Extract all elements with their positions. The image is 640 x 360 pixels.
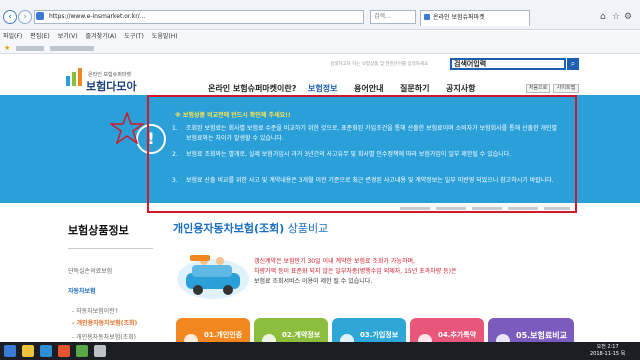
favorites-bar: ★ bbox=[0, 42, 640, 54]
clock-time: 오전 2:17 bbox=[596, 344, 619, 350]
browser-search-input[interactable]: 검색... bbox=[370, 10, 416, 24]
search-hint: 검색하고자 하는 보험상품 및 연관단어를 입력하세요 bbox=[330, 62, 429, 67]
taskbar-clock[interactable]: 오전 2:17 2018-11-15 목 bbox=[590, 344, 625, 358]
address-bar[interactable]: https://www.e-insmarket.or.kr/... bbox=[34, 10, 364, 24]
red-star-annotation-icon bbox=[110, 112, 144, 144]
settings-gear-icon[interactable]: ⚙ bbox=[624, 12, 632, 22]
forward-icon[interactable]: › bbox=[18, 10, 32, 24]
app-icon[interactable] bbox=[76, 345, 88, 357]
menu-view[interactable]: 보기(V) bbox=[58, 33, 78, 40]
family-car-illustration bbox=[177, 255, 249, 299]
sitemap-button[interactable]: 사이트맵 bbox=[553, 84, 579, 93]
sidebar-item-auto[interactable]: 자동차보험 bbox=[68, 286, 96, 295]
clock-date: 2018-11-15 목 bbox=[590, 351, 626, 357]
sidebar-subitem-lookup[interactable]: - 개인용자동차보험(조회) bbox=[72, 318, 137, 327]
sidebar-divider bbox=[68, 248, 153, 249]
page-title-rest: 상품비교 bbox=[284, 222, 329, 235]
tab-title: 온라인 보험슈퍼마켓 bbox=[433, 14, 485, 21]
note-line: 갱신계약은 보험만기 30일 이내 계약한 보험료 조회가 가능하며, bbox=[254, 258, 415, 265]
page-title-strong: 개인용자동차보험(조회) bbox=[173, 222, 285, 235]
app-icon[interactable] bbox=[94, 345, 106, 357]
sidebar-subitem-lookup-2[interactable]: - 개인용자동차보험(조회) bbox=[72, 332, 136, 341]
explorer-icon[interactable] bbox=[22, 345, 34, 357]
back-icon[interactable]: ‹ bbox=[3, 10, 17, 24]
step-label: 04.추가특약 bbox=[438, 331, 477, 339]
favorites-icon[interactable]: ★ bbox=[4, 44, 10, 52]
sidebar-title: 보험상품정보 bbox=[68, 224, 129, 237]
menu-favorites[interactable]: 즐겨찾기(A) bbox=[86, 33, 117, 40]
nav-insurance-info[interactable]: 보험정보 bbox=[308, 83, 337, 94]
note-line: 차량가액 등이 표준화 되지 않은 일부차종(병행수입 외제차, 15년 초과차… bbox=[254, 268, 457, 275]
step-label: 01.개인인증 bbox=[204, 331, 243, 339]
nav-about[interactable]: 온라인 보험슈퍼마켓이란? bbox=[208, 83, 296, 94]
step-label: 05.보험료비교 bbox=[516, 331, 567, 340]
notice-text: 갱신계약은 보험만기 30일 이내 계약한 보험료 조회가 가능하며, 차량가액… bbox=[254, 257, 554, 287]
logo-icon bbox=[66, 68, 82, 86]
ie-icon[interactable] bbox=[40, 345, 52, 357]
logo-subtitle: 온라인 보험슈퍼마켓 bbox=[88, 72, 131, 78]
home-button[interactable]: 처음으로 bbox=[526, 84, 550, 93]
site-logo[interactable]: 보험다모아 bbox=[86, 78, 137, 94]
site-search-input[interactable]: 검색어입력 bbox=[450, 58, 566, 70]
breadcrumb bbox=[400, 207, 570, 210]
menu-edit[interactable]: 편집(E) bbox=[30, 33, 50, 40]
menu-help[interactable]: 도움말(H) bbox=[152, 33, 178, 40]
menu-file[interactable]: 파일(F) bbox=[3, 33, 22, 40]
app-icon[interactable] bbox=[58, 345, 70, 357]
note-line: 보험료 조회서비스 이용이 제한 될 수 있습니다. bbox=[254, 278, 373, 285]
favorite-link[interactable] bbox=[50, 46, 94, 51]
menu-tools[interactable]: 도구(T) bbox=[124, 33, 143, 40]
nav-glossary[interactable]: 용어안내 bbox=[354, 83, 383, 94]
home-icon[interactable]: ⌂ bbox=[600, 12, 606, 22]
red-highlight-annotation bbox=[147, 95, 577, 213]
step-label: 03.가입정보 bbox=[360, 331, 399, 339]
step-label: 02.계약정보 bbox=[282, 331, 321, 339]
favorite-link[interactable] bbox=[16, 46, 44, 51]
page-title: 개인용자동차보험(조회) 상품비교 bbox=[173, 220, 328, 236]
nav-questions[interactable]: 질문하기 bbox=[400, 83, 429, 94]
start-icon[interactable] bbox=[4, 345, 16, 357]
menu-bar: 파일(F) 편집(E) 보기(V) 즐겨찾기(A) 도구(T) 도움말(H) bbox=[0, 31, 640, 42]
tab-favicon-icon bbox=[424, 14, 430, 20]
sidebar-subitem-about[interactable]: - 자동차보험이란? bbox=[72, 306, 118, 315]
search-icon[interactable]: ⌕ bbox=[567, 58, 579, 70]
nav-notices[interactable]: 공지사항 bbox=[446, 83, 475, 94]
sidebar-item-health[interactable]: 단독실손의료보험 bbox=[68, 266, 112, 275]
favorites-star-icon[interactable]: ☆ bbox=[612, 12, 620, 22]
browser-tab[interactable]: 온라인 보험슈퍼마켓 bbox=[420, 10, 530, 26]
site-favicon-icon bbox=[36, 12, 44, 20]
url-text: https://www.e-insmarket.or.kr/... bbox=[49, 13, 146, 20]
